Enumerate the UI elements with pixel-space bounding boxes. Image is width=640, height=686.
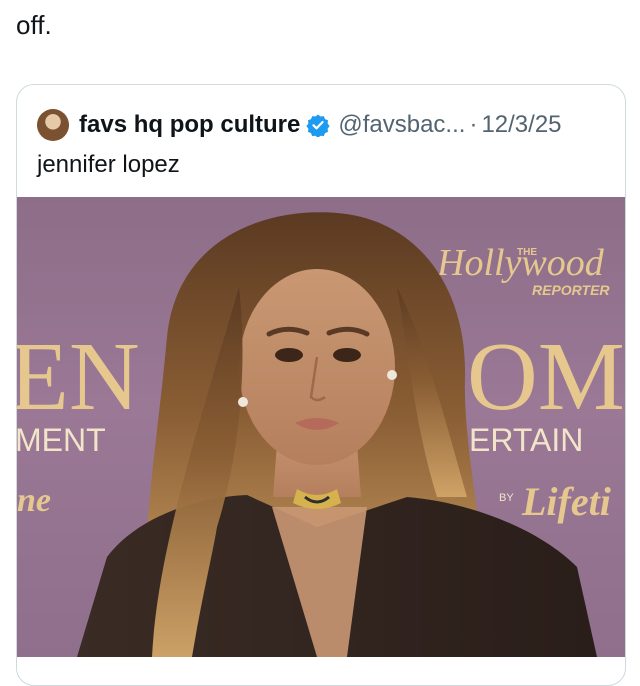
quoted-post-header: favs hq pop culture @favsbac... · 12/3/2…	[37, 107, 562, 143]
backdrop-left-big: EN	[17, 323, 140, 431]
backdrop-right-by: BY	[499, 492, 514, 504]
quoted-post-card[interactable]: favs hq pop culture @favsbac... · 12/3/2…	[16, 84, 626, 686]
backdrop-brand: Hollywood	[436, 242, 605, 284]
post-date[interactable]: 12/3/25	[481, 111, 561, 139]
backdrop-brand-reporter: REPORTER	[532, 282, 610, 298]
backdrop-left-script: ne	[17, 482, 51, 519]
backdrop-right-sub: ERTAIN	[469, 422, 583, 458]
post-media-image[interactable]: THE Hollywood REPORTER OMI ERTAIN BY Lif…	[17, 197, 625, 657]
verified-badge-icon	[306, 114, 330, 137]
post-text-continuation: off.	[16, 10, 52, 40]
red-carpet-photo: THE Hollywood REPORTER OMI ERTAIN BY Lif…	[17, 212, 625, 657]
separator-dot: ·	[469, 111, 478, 138]
quoted-post-text: jennifer lopez	[37, 151, 180, 178]
backdrop-right-script: Lifeti	[521, 479, 611, 524]
backdrop-left-sub: MENT	[17, 422, 106, 458]
display-name[interactable]: favs hq pop culture	[79, 111, 300, 139]
backdrop-right-big: OMI	[467, 323, 625, 431]
profile-avatar[interactable]	[37, 109, 69, 141]
user-handle[interactable]: @favsbac...	[338, 111, 465, 139]
